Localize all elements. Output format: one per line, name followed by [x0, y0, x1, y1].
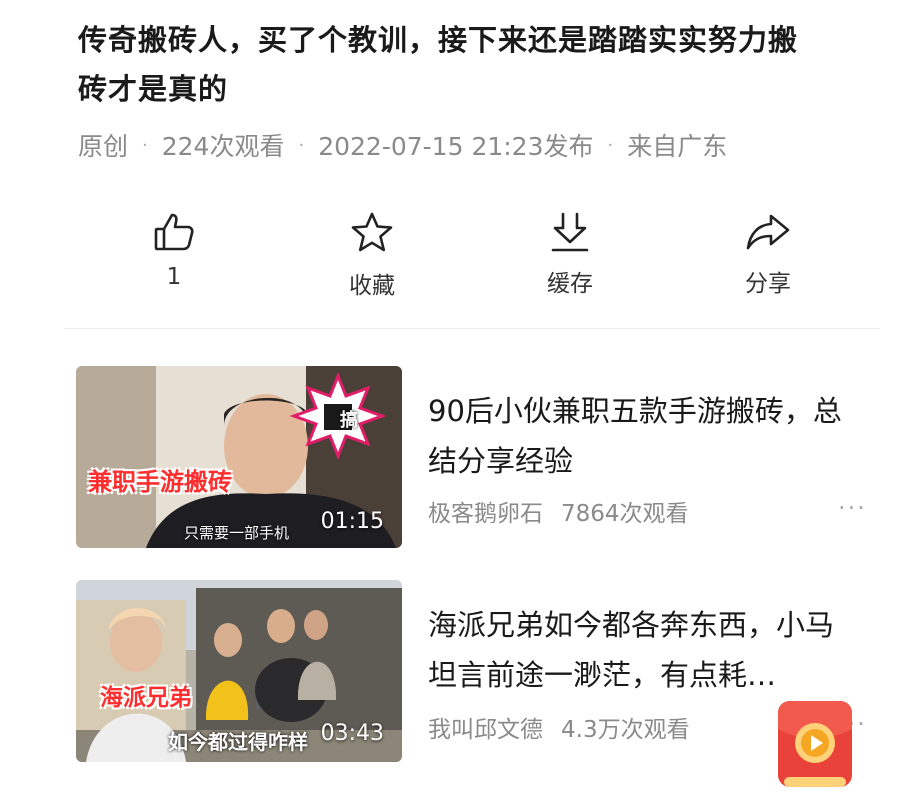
video-meta: 原创 · 224次观看 · 2022-07-15 21:23发布 · 来自广东 — [78, 127, 727, 163]
original-tag: 原创 — [78, 132, 129, 161]
badge-text: 搞 — [340, 410, 358, 431]
thumbnail-subtitle: 只需要一部手机 — [184, 524, 290, 542]
video-duration: 01:15 — [320, 509, 384, 534]
separator-dot: · — [142, 134, 148, 156]
recommended-video-title[interactable]: 90后小伙兼职五款手游搬砖，总结分享经验 — [428, 386, 848, 486]
share-icon — [746, 214, 790, 250]
thumbnail-subtitle: 如今都过得咋样 — [168, 730, 308, 754]
download-icon — [551, 212, 589, 252]
like-button[interactable]: 1 — [74, 210, 274, 290]
favorite-label: 收藏 — [349, 273, 395, 299]
star-icon — [351, 212, 393, 252]
video-thumbnail[interactable]: 海派兄弟 如今都过得咋样 03:43 — [76, 580, 402, 762]
view-count: 224次观看 — [161, 132, 285, 161]
separator-dot: · — [298, 134, 305, 156]
more-options-icon[interactable]: ··· — [838, 494, 867, 522]
recommended-video-card[interactable]: 搞 兼职手游搬砖 只需要一部手机 01:15 90后小伙兼职五款手游搬砖，总结分… — [76, 366, 876, 548]
thumbnail-caption: 海派兄弟 — [100, 685, 192, 711]
thumb-up-icon — [154, 213, 194, 251]
recommended-video-meta: 极客鹅卵石 7864次观看 — [428, 494, 689, 528]
cache-button[interactable]: 缓存 — [470, 210, 670, 298]
recommended-video-meta: 我叫邱文德 4.3万次观看 — [428, 710, 690, 744]
cache-label: 缓存 — [547, 271, 593, 297]
publish-time: 2022-07-15 21:23发布 — [318, 132, 594, 161]
recommended-video-card[interactable]: 海派兄弟 如今都过得咋样 03:43 海派兄弟如今都各奔东西，小马坦言前途一渺茫… — [76, 580, 876, 762]
view-count: 4.3万次观看 — [561, 717, 690, 743]
red-packet-button[interactable] — [770, 699, 860, 787]
share-button[interactable]: 分享 — [668, 210, 868, 298]
thumbnail-caption: 兼职手游搬砖 — [88, 468, 232, 496]
author-name[interactable]: 极客鹅卵石 — [428, 501, 543, 527]
video-thumbnail[interactable]: 搞 兼职手游搬砖 只需要一部手机 01:15 — [76, 366, 402, 548]
view-count: 7864次观看 — [561, 501, 689, 527]
red-packet-icon — [778, 701, 852, 787]
video-duration: 03:43 — [320, 721, 384, 746]
share-label: 分享 — [745, 271, 791, 297]
separator-dot: · — [607, 134, 614, 156]
video-title: 传奇搬砖人，买了个教训，接下来还是踏踏实实努力搬砖才是真的 — [78, 23, 799, 106]
action-bar: 1 收藏 缓存 分享 — [74, 210, 864, 300]
section-divider — [64, 328, 880, 329]
author-name[interactable]: 我叫邱文德 — [428, 717, 543, 743]
like-count: 1 — [166, 264, 182, 290]
location: 来自广东 — [627, 132, 728, 161]
favorite-button[interactable]: 收藏 — [272, 210, 472, 300]
recommended-video-title[interactable]: 海派兄弟如今都各奔东西，小马坦言前途一渺茫，有点耗… — [428, 600, 848, 700]
